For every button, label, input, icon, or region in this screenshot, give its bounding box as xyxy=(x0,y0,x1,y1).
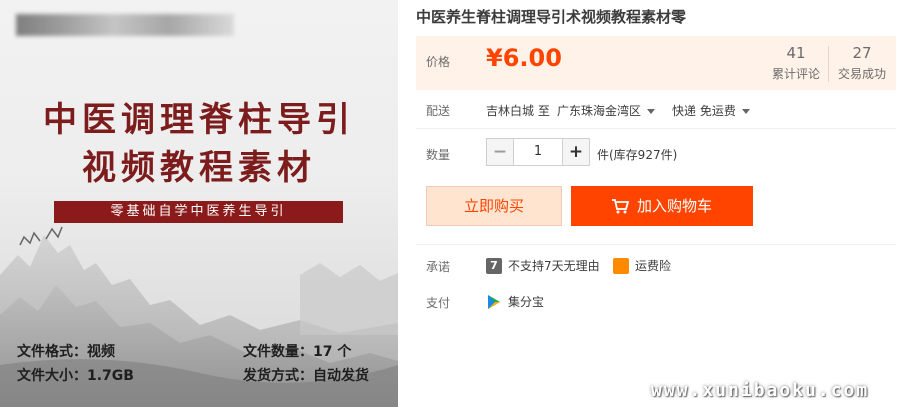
divider xyxy=(416,128,896,129)
shipping-insurance-text: 运费险 xyxy=(635,259,672,273)
quantity-input[interactable]: 1 xyxy=(514,138,562,166)
file-count-info: 文件数量：17 个 xyxy=(243,344,352,360)
chevron-down-icon xyxy=(741,109,750,114)
shipping-method-select[interactable]: 快递 免运费 xyxy=(672,102,750,119)
reviews-count: 41 xyxy=(786,44,806,62)
payment-label: 支付 xyxy=(426,296,451,310)
trades-count: 27 xyxy=(852,44,872,62)
no-return-text: 不支持7天无理由 xyxy=(508,259,600,273)
no-return-promise[interactable]: 7 不支持7天无理由 xyxy=(486,257,600,274)
product-title: 中医养生脊柱调理导引术视频教程素材零 xyxy=(416,8,687,26)
add-to-cart-label: 加入购物车 xyxy=(636,197,712,215)
jifenbao-icon xyxy=(488,294,500,309)
watermark: www.xunibaoku.com xyxy=(651,380,870,401)
product-image[interactable]: 中医调理脊柱导引 视频教程素材 零基础自学中医养生导引 文件格式：视频 文件大小… xyxy=(0,0,398,407)
delivery-method-info: 发货方式：自动发货 xyxy=(243,368,369,384)
add-to-cart-button[interactable]: 加入购物车 xyxy=(571,186,753,226)
payment-method[interactable]: 集分宝 xyxy=(486,293,544,310)
stat-divider xyxy=(828,46,829,82)
divider xyxy=(416,244,896,245)
shipping-method: 快递 免运费 xyxy=(672,104,736,118)
cart-icon xyxy=(611,198,629,213)
trades-stat: 27 交易成功 xyxy=(834,44,890,82)
shipping-label: 配送 xyxy=(426,104,451,118)
quantity-stepper: − 1 + xyxy=(486,138,590,166)
shipping-origin: 吉林白城 至 xyxy=(486,104,550,118)
truck-icon xyxy=(613,257,629,274)
reviews-stat[interactable]: 41 累计评论 xyxy=(768,44,824,82)
image-title-line2: 视频教程素材 xyxy=(82,148,316,188)
shipping-destination: 广东珠海金湾区 xyxy=(557,104,642,118)
trades-label: 交易成功 xyxy=(837,67,886,81)
quantity-increase-button[interactable]: + xyxy=(562,138,590,166)
chevron-down-icon xyxy=(647,109,656,114)
promise-label: 承诺 xyxy=(426,260,451,274)
price-panel: 价格 ¥6.00 41 累计评论 27 交易成功 xyxy=(416,36,896,90)
buy-now-button[interactable]: 立即购买 xyxy=(426,186,562,226)
shipping-destination-select[interactable]: 广东珠海金湾区 xyxy=(557,102,656,119)
price-value: ¥6.00 xyxy=(486,44,562,72)
price-label: 价格 xyxy=(426,55,451,69)
seven-icon: 7 xyxy=(486,257,502,274)
image-title-line1: 中医调理脊柱导引 xyxy=(43,100,355,140)
shipping-insurance-promise[interactable]: 运费险 xyxy=(613,257,671,274)
blurred-shop-logo xyxy=(16,14,234,36)
file-size-info: 文件大小：1.7GB xyxy=(17,368,134,384)
file-format-info: 文件格式：视频 xyxy=(17,344,115,360)
quantity-label: 数量 xyxy=(426,148,451,162)
reviews-label: 累计评论 xyxy=(771,67,820,81)
payment-method-text: 集分宝 xyxy=(508,295,545,309)
image-banner: 零基础自学中医养生导引 xyxy=(54,201,343,223)
quantity-decrease-button[interactable]: − xyxy=(486,138,514,166)
stock-info: 件(库存927件) xyxy=(597,148,678,162)
